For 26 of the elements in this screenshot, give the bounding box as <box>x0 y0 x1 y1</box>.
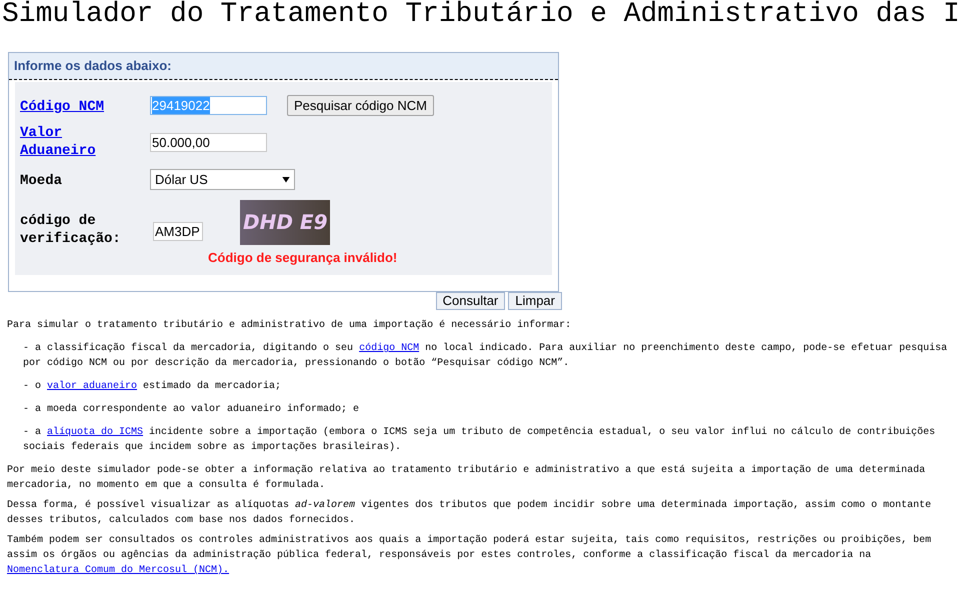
form-button[interactable]: Consultar <box>436 292 506 310</box>
text-link[interactable]: valor aduaneiro <box>47 381 138 392</box>
captcha-image: DHD E9 <box>240 200 330 244</box>
text-link[interactable]: Nomenclatura Comum do Mercosul (NCM). <box>7 565 230 576</box>
paragraph: Por meio deste simulador pode-se obter a informação relativa ao tratamento tributário e administrativo a que está sujeita a importação de uma determinada mercadoria, no momento em que a consulta é formulada. <box>7 464 926 493</box>
paragraph: - a alíquota do ICMS incidente sobre a importação (embora o ICMS seja um tributo de competência estadual, o seu valor influi no cálculo de contribuições sociais federais que incidem sobre as importações brasileiras). <box>23 426 936 455</box>
field-label: Moeda <box>20 172 62 190</box>
paragraph: - a classificação fiscal da mercadoria, digitando o seu código NCM no local indicado. Para auxiliar no preenchimento deste campo, pode-se efetuar pesquisa por código NCM ou por descrição da mercadoria, pressionando o botão “Pesquisar código NCM”. <box>23 342 948 371</box>
field-label-link[interactable]: Valor Aduaneiro <box>20 124 120 160</box>
panel-header: Informe os dados abaixo: <box>9 53 558 80</box>
text-link[interactable]: alíquota do ICMS <box>47 427 144 438</box>
currency-dropdown[interactable]: Dólar US <box>150 169 295 190</box>
paragraph: Dessa forma, é possível visualizar as alíquotas ad-valorem vigentes dos tributos que podem incidir sobre uma determinada importação, assim como o montante desses tributos, calculados com base nos dados fornecidos. <box>7 498 932 528</box>
paragraph: Também podem ser consultados os controles administrativos aos quais a importação poderá estar sujeita, tais como requisitos, restrições ou proibições, bem assim os órgãos ou agências da administração pública federal, responsáveis por estes controles, conforme a classificação fiscal da mercadoria na Nomenclatura Comum do Mercosul (NCM). <box>7 534 932 578</box>
page-title: Simulador do Tratamento Tributário e Administrativo das I <box>1 0 961 30</box>
search-ncm-button[interactable]: Pesquisar código NCM <box>287 95 434 116</box>
form-button[interactable]: Limpar <box>508 292 562 310</box>
text-link[interactable]: código NCM <box>359 343 420 354</box>
field-label: código de verificação: <box>20 212 122 248</box>
paragraph: - o valor aduaneiro estimado da mercadoria; <box>23 380 282 394</box>
error-message: Código de segurança inválido! <box>208 248 398 267</box>
field-label-link[interactable]: Código NCM <box>20 98 104 116</box>
verification-code-input[interactable]: AM3DP <box>153 222 203 240</box>
paragraph: Para simular o tratamento tributário e administrativo de uma importação é necessário informar: <box>7 318 572 333</box>
paragraph: - a moeda correspondente ao valor aduaneiro informado; e <box>23 402 360 417</box>
text-input[interactable]: 50.000,00 <box>150 133 267 152</box>
